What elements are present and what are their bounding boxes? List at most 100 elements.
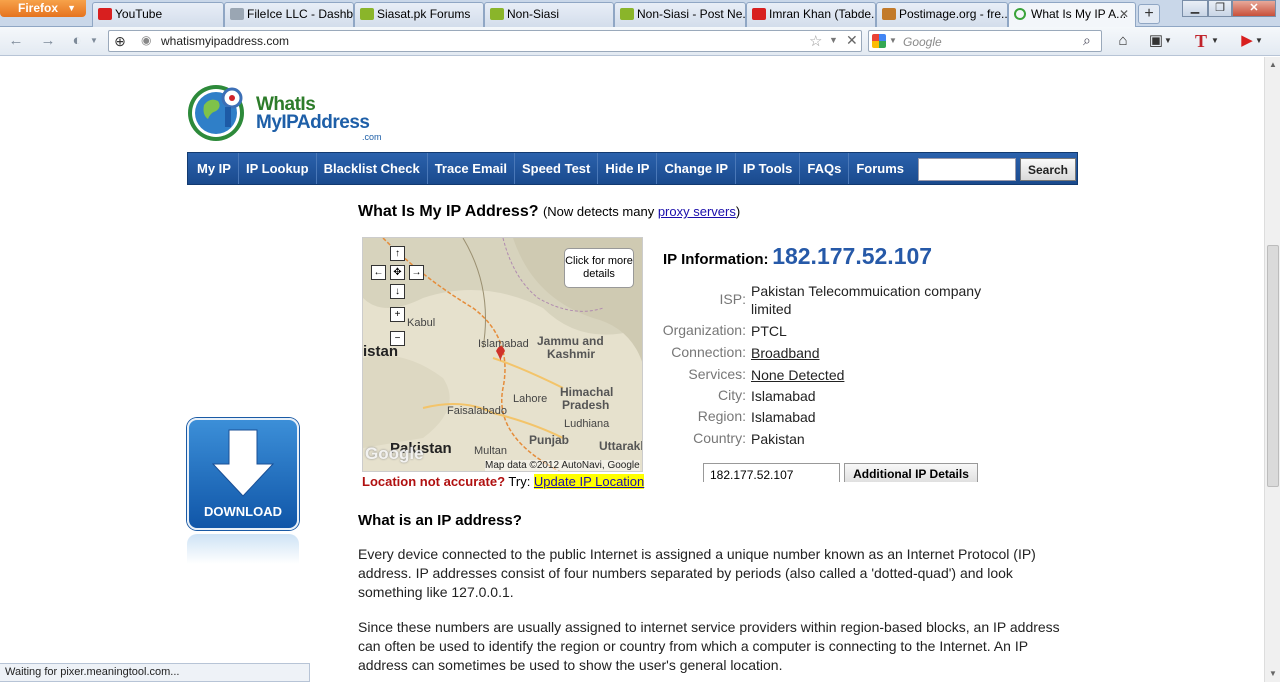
map-copyright: Map data ©2012 AutoNavi, Google: [485, 460, 640, 471]
info-key: Organization:: [662, 322, 746, 338]
search-bar[interactable]: ▼ Google ⌕: [868, 30, 1102, 52]
update-ip-location-link[interactable]: Update IP Location: [533, 474, 645, 489]
chevron-down-icon[interactable]: ▼: [1254, 31, 1264, 51]
map-pan-down-icon[interactable]: ↓: [390, 284, 405, 299]
map-label-himachal: Himachal: [560, 385, 614, 399]
tab-label: Non-Siasi: [507, 7, 560, 21]
dropdown-icon[interactable]: ▼: [829, 35, 838, 45]
tab-non-siasi[interactable]: Non-Siasi: [484, 2, 614, 27]
ip-information-label: IP Information:: [663, 251, 769, 268]
tab-strip: Firefox ▼ YouTube FileIce LLC - Dashb...…: [0, 0, 1280, 28]
navigation-toolbar: ← → ◐ ▼ ⊕ ◉ whatismyipaddress.com ☆ ▼ ✕ …: [0, 27, 1280, 56]
tab-siasat[interactable]: Siasat.pk Forums: [354, 2, 484, 27]
map-label-islamabad: Islamabad: [478, 338, 529, 350]
nav-ip-tools[interactable]: IP Tools: [736, 153, 801, 184]
ip-lookup-input[interactable]: 182.177.52.107: [703, 463, 840, 482]
connection-link[interactable]: Broadband: [751, 344, 991, 362]
map-label-punjab: Punjab: [529, 433, 570, 447]
info-key: Connection:: [671, 344, 746, 360]
map-pan-up-icon[interactable]: ↑: [390, 246, 405, 261]
additional-ip-details-button[interactable]: Additional IP Details: [844, 463, 978, 482]
chevron-down-icon: ▼: [67, 3, 76, 13]
nav-change-ip[interactable]: Change IP: [657, 153, 737, 184]
chevron-down-icon[interactable]: ▼: [1163, 31, 1173, 51]
site-search-button[interactable]: Search: [1020, 158, 1076, 181]
location-try-text: Try:: [505, 474, 534, 489]
subtitle-prefix: (Now detects many: [542, 204, 658, 219]
tab-imran-khan[interactable]: Imran Khan (Tabde...: [746, 2, 876, 27]
map-label-ludhiana: Ludhiana: [564, 418, 610, 430]
tab-label: What Is My IP A...: [1031, 7, 1127, 21]
map-label-pradesh: Pradesh: [562, 398, 610, 412]
site-logo[interactable]: WhatIs MyIPAddress .com: [186, 81, 386, 145]
history-dropdown-icon[interactable]: ▼: [88, 31, 100, 51]
home-icon[interactable]: ⌂: [1112, 31, 1134, 51]
search-icon[interactable]: ⌕: [1083, 32, 1091, 49]
vertical-scrollbar[interactable]: ▲ ▼: [1264, 57, 1280, 682]
map-label-kabul: Kabul: [407, 317, 436, 329]
firefox-menu-button[interactable]: Firefox ▼: [0, 0, 86, 17]
nav-faqs[interactable]: FAQs: [800, 153, 850, 184]
forward-icon[interactable]: →: [37, 31, 59, 51]
url-text: whatismyipaddress.com: [161, 34, 290, 48]
close-tab-icon[interactable]: ✕: [1119, 3, 1129, 25]
nav-forums[interactable]: Forums: [849, 153, 911, 184]
bookmark-star-icon[interactable]: ☆: [809, 32, 822, 50]
tab-whatismyip[interactable]: What Is My IP A... ✕: [1008, 2, 1136, 28]
maximize-button[interactable]: ❐: [1208, 0, 1232, 17]
site-search-input[interactable]: [918, 158, 1016, 181]
chevron-down-icon[interactable]: ▼: [1210, 31, 1220, 51]
search-placeholder: Google: [903, 35, 942, 49]
map-pan-left-icon[interactable]: ←: [371, 265, 386, 280]
history-icon[interactable]: ◐: [66, 31, 88, 51]
map-label-kashmir: Kashmir: [547, 347, 596, 361]
services-link[interactable]: None Detected: [751, 366, 991, 384]
download-button[interactable]: DOWNLOAD: [187, 418, 299, 530]
logo-text-com: .com: [362, 132, 382, 142]
tab-label: FileIce LLC - Dashb...: [247, 7, 354, 21]
location-accuracy-line: Location not accurate? Try: Update IP Lo…: [362, 474, 645, 489]
info-value: Pakistan: [751, 431, 805, 447]
tab-postimage[interactable]: Postimage.org - fre...: [876, 2, 1008, 27]
youtube-icon: [98, 8, 112, 20]
nav-hide-ip[interactable]: Hide IP: [598, 153, 658, 184]
info-row-isp: ISP: Pakistan Telecommuication company l…: [600, 282, 1020, 318]
stop-icon[interactable]: ✕: [846, 32, 858, 49]
siasat-icon: [620, 8, 634, 20]
translate-icon[interactable]: T: [1190, 31, 1212, 51]
proxy-servers-link[interactable]: proxy servers: [658, 204, 736, 219]
back-icon[interactable]: ←: [5, 31, 27, 51]
nav-blacklist-check[interactable]: Blacklist Check: [317, 153, 428, 184]
close-window-button[interactable]: ✕: [1232, 0, 1276, 17]
new-tab-button[interactable]: +: [1138, 4, 1160, 24]
address-bar[interactable]: ⊕ ◉ whatismyipaddress.com ☆ ▼ ✕: [108, 30, 862, 52]
location-warning: Location not accurate?: [362, 474, 506, 489]
subtitle-suffix: ): [735, 204, 741, 219]
tab-youtube[interactable]: YouTube: [92, 2, 224, 27]
firefox-menu-label: Firefox: [18, 1, 59, 15]
tab-label: Postimage.org - fre...: [899, 7, 1008, 21]
google-icon[interactable]: [872, 34, 886, 48]
nav-speed-test[interactable]: Speed Test: [515, 153, 599, 184]
siasat-icon: [490, 8, 504, 20]
info-value: Islamabad: [751, 388, 816, 404]
info-key: Country:: [693, 430, 746, 446]
scroll-up-icon[interactable]: ▲: [1265, 57, 1280, 73]
location-map[interactable]: ↑ ← ✥ → ↓ + − Click for more details Kab…: [362, 237, 643, 472]
map-label-jammu: Jammu and: [537, 334, 604, 348]
map-center-icon[interactable]: ✥: [390, 265, 405, 280]
scrollbar-thumb[interactable]: [1267, 245, 1279, 487]
nav-trace-email[interactable]: Trace Email: [428, 153, 515, 184]
map-pan-right-icon[interactable]: →: [409, 265, 424, 280]
scroll-down-icon[interactable]: ▼: [1265, 666, 1280, 682]
tab-fileice[interactable]: FileIce LLC - Dashb...: [224, 2, 354, 27]
page-title: What Is My IP Address? (Now detects many…: [358, 203, 740, 221]
minimize-button[interactable]: ▁: [1182, 0, 1208, 17]
map-zoom-in-icon[interactable]: +: [390, 307, 405, 322]
chevron-down-icon[interactable]: ▼: [889, 36, 897, 45]
info-value: Islamabad: [751, 409, 816, 425]
site-identity-icon[interactable]: ⊕: [111, 31, 129, 51]
nav-ip-lookup[interactable]: IP Lookup: [239, 153, 317, 184]
nav-my-ip[interactable]: My IP: [188, 153, 239, 184]
tab-non-siasi-post[interactable]: Non-Siasi - Post Ne...: [614, 2, 746, 27]
